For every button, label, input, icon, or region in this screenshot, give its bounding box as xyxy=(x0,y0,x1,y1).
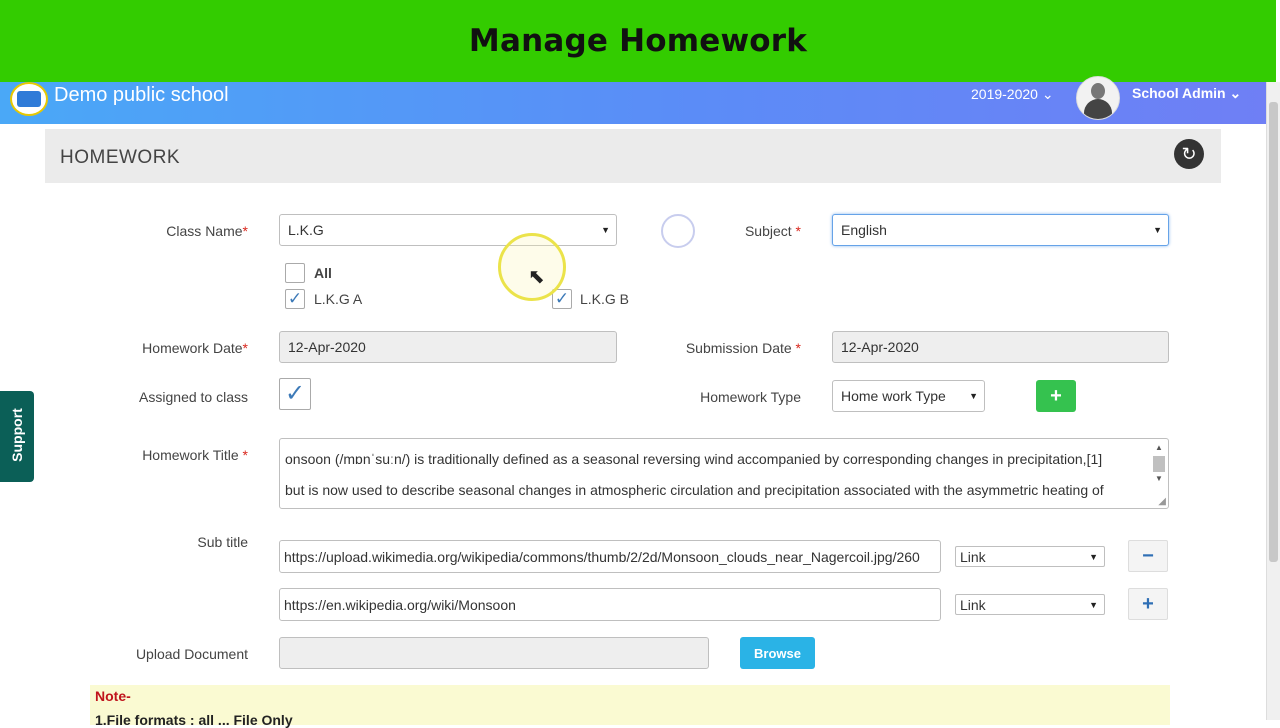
assigned-to-class-checkbox[interactable]: ✓ xyxy=(279,378,311,410)
subtitle-url-input[interactable]: https://upload.wikimedia.org/wikipedia/c… xyxy=(279,540,941,573)
school-logo[interactable] xyxy=(10,82,48,116)
textarea-line: but is now used to describe seasonal cha… xyxy=(285,482,1104,498)
page-scrollbar[interactable] xyxy=(1266,82,1280,720)
app-header: Demo public school 2019-2020 ⌄ School Ad… xyxy=(0,76,1266,124)
check-icon: ✓ xyxy=(284,380,306,407)
caret-down-icon: ▼ xyxy=(969,391,978,401)
caret-down-icon: ▼ xyxy=(1089,551,1098,562)
subtitle-url-input[interactable]: https://en.wikipedia.org/wiki/Monsoon xyxy=(279,588,941,621)
subtitle-kind-select[interactable]: Link ▼ xyxy=(955,594,1105,615)
caret-down-icon: ▼ xyxy=(601,225,610,235)
class-name-select[interactable]: L.K.G ▼ xyxy=(279,214,617,246)
resize-grip-icon[interactable]: ◢ xyxy=(1158,496,1166,507)
submission-date-field[interactable]: 12-Apr-2020 xyxy=(832,331,1169,363)
homework-type-select[interactable]: Home work Type ▼ xyxy=(832,380,985,412)
back-button[interactable]: ↻ xyxy=(1174,139,1204,169)
add-homework-type-button[interactable]: + xyxy=(1036,380,1076,412)
check-icon: ✓ xyxy=(287,289,303,308)
textarea-line: onsoon (/mɒnˈsuːn/) is traditionally def… xyxy=(285,451,1103,467)
homework-title-label: Homework Title * xyxy=(142,447,248,463)
checkbox-all[interactable] xyxy=(285,263,305,283)
checkbox-all-label: All xyxy=(314,265,332,281)
checkbox-lkg-b-label: L.K.G B xyxy=(580,291,630,307)
subject-select[interactable]: English ▼ xyxy=(832,214,1169,246)
remove-subtitle-button[interactable]: − xyxy=(1128,540,1168,572)
note-line: 1.File formats : all ... File Only xyxy=(95,712,293,728)
plus-icon: + xyxy=(1142,592,1154,615)
add-subtitle-button[interactable]: + xyxy=(1128,588,1168,620)
academic-year-dropdown[interactable]: 2019-2020 ⌄ xyxy=(971,86,1054,103)
note-box: Note- 1.File formats : all ... File Only xyxy=(90,685,1170,728)
class-name-label: Class Name* xyxy=(166,223,248,239)
upload-document-label: Upload Document xyxy=(135,646,248,662)
plus-icon: + xyxy=(1050,384,1062,407)
checkbox-lkg-a[interactable]: ✓ xyxy=(285,289,305,309)
checkbox-lkg-a-label: L.K.G A xyxy=(314,291,363,307)
submission-date-label: Submission Date * xyxy=(685,340,801,356)
textarea-scrollbar[interactable]: ▲ ▼ xyxy=(1152,443,1166,491)
panel-header: HOMEWORK ↻ xyxy=(45,129,1221,183)
subject-label: Subject * xyxy=(744,223,801,239)
upload-document-field[interactable] xyxy=(279,637,709,669)
assigned-to-class-label: Assigned to class xyxy=(139,389,248,405)
support-tab[interactable]: Support xyxy=(0,391,34,482)
user-menu[interactable]: School Admin ⌄ xyxy=(1132,85,1241,102)
minus-icon: − xyxy=(1142,544,1154,567)
banner-title: Manage Homework xyxy=(468,23,808,59)
note-title: Note- xyxy=(95,688,131,704)
subtitle-kind-select[interactable]: Link ▼ xyxy=(955,546,1105,567)
support-label: Support xyxy=(9,408,25,462)
page-title: HOMEWORK xyxy=(60,147,181,168)
avatar[interactable] xyxy=(1076,76,1120,120)
subtitle-label: Sub title xyxy=(197,534,248,550)
banner: Manage Homework xyxy=(0,0,1276,84)
homework-date-field[interactable]: 12-Apr-2020 xyxy=(279,331,617,363)
homework-type-label: Homework Type xyxy=(700,389,801,405)
mouse-pointer-icon: ⬉ xyxy=(528,266,545,288)
loading-spinner xyxy=(661,214,695,248)
check-icon: ✓ xyxy=(554,289,570,308)
back-icon: ↻ xyxy=(1181,143,1197,164)
caret-down-icon: ▼ xyxy=(1153,225,1162,235)
caret-down-icon: ▼ xyxy=(1089,599,1098,610)
browse-button[interactable]: Browse xyxy=(740,637,815,669)
school-name[interactable]: Demo public school xyxy=(54,84,229,107)
scrollbar-thumb[interactable] xyxy=(1269,102,1278,562)
homework-title-textarea[interactable]: onsoon (/mɒnˈsuːn/) is traditionally def… xyxy=(279,438,1169,509)
homework-date-label: Homework Date* xyxy=(142,340,248,356)
